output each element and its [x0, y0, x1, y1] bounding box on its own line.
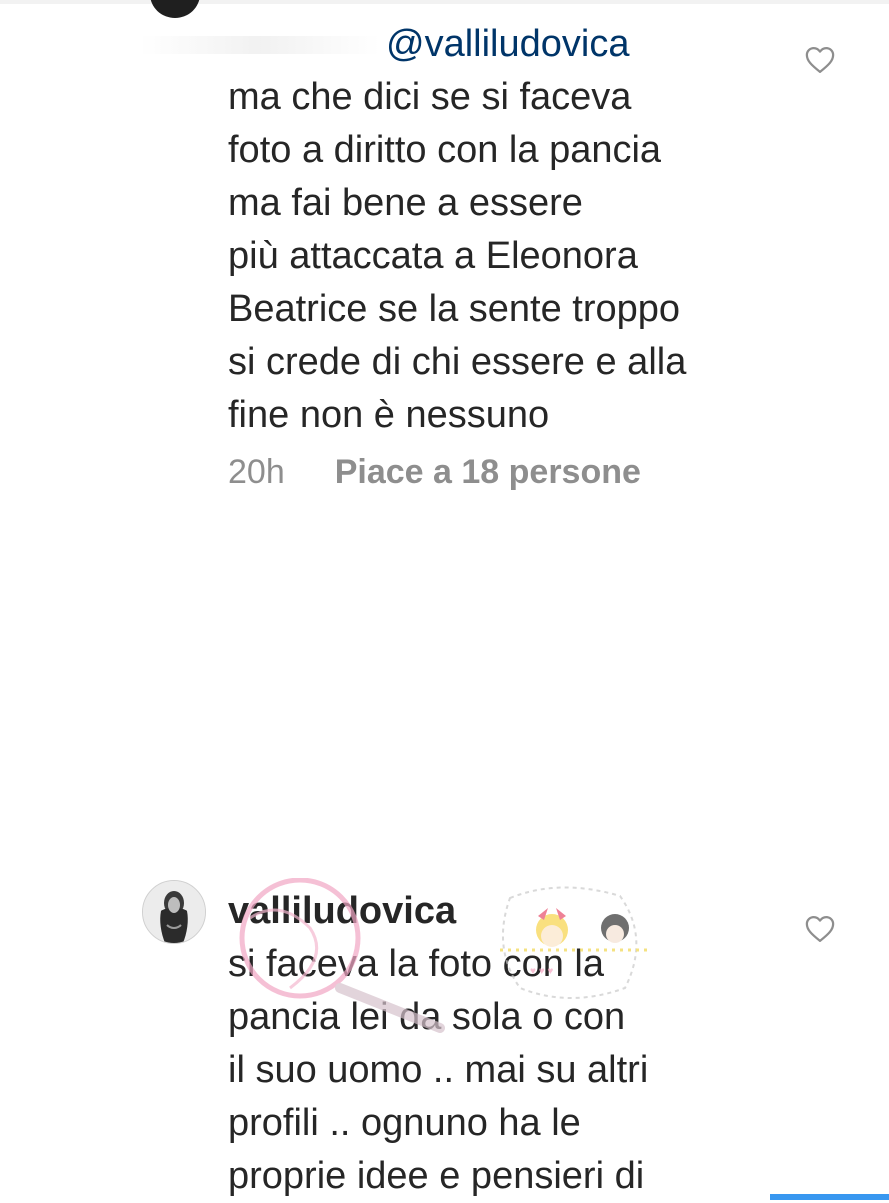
commenter-avatar[interactable] — [150, 0, 200, 18]
heart-outline-icon[interactable] — [805, 915, 835, 943]
comment-mention[interactable]: @valliludovica — [386, 18, 788, 71]
comment-likes-count[interactable]: Piace a 18 persone — [335, 453, 641, 492]
scroll-indicator — [770, 1194, 889, 1200]
comment-item: valliludovica si faceva la foto con la p… — [228, 885, 788, 1203]
heart-outline-icon[interactable] — [805, 46, 835, 74]
top-divider — [0, 0, 889, 4]
comment-item: @valliludovica ma che dici se si faceva … — [228, 18, 788, 494]
comment-header: valliludovica — [228, 885, 788, 938]
mention-link[interactable]: @valliludovica — [386, 23, 629, 65]
avatar-photo — [143, 881, 205, 943]
comment-text: si faceva la foto con la pancia lei da s… — [228, 943, 649, 1197]
comment-text: ma che dici se si faceva foto a diritto … — [228, 76, 687, 436]
commenter-avatar[interactable] — [142, 880, 206, 944]
comment-meta: 20h Piace a 18 persone — [228, 450, 788, 494]
comment-username[interactable]: valliludovica — [228, 890, 456, 932]
comment-timestamp[interactable]: 20h — [228, 453, 285, 492]
